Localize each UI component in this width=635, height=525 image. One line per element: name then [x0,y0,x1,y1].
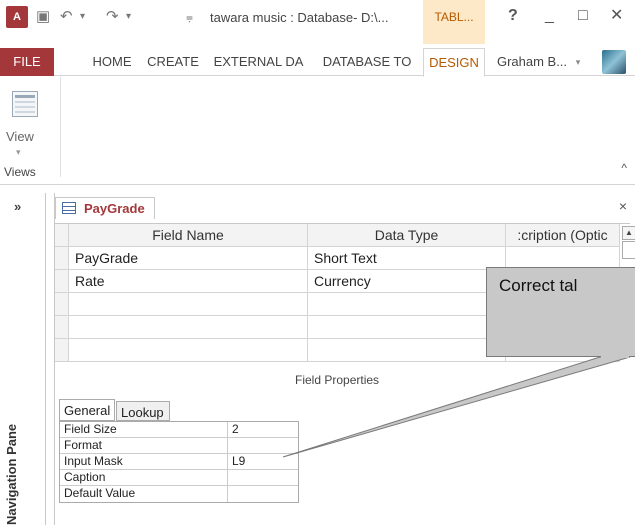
field-name-cell[interactable] [69,316,308,339]
user-dropdown-icon[interactable]: ▾ [572,48,584,76]
data-type-cell[interactable] [308,339,506,362]
property-value[interactable] [228,470,298,486]
data-type-cell[interactable]: Currency [308,270,506,293]
field-properties-sheet: Field Size 2 Format Input Mask L9 Captio… [59,421,299,503]
table-design-view: PayGrade × Field Name Data Type :criptio… [54,193,635,525]
field-name-cell[interactable] [69,339,308,362]
data-type-cell[interactable] [308,293,506,316]
tab-design[interactable]: DESIGN [423,48,485,77]
undo-dropdown-icon[interactable]: ▾ [80,5,85,29]
tab-general[interactable]: General [59,399,115,421]
expand-nav-icon[interactable]: » [14,199,21,214]
redo-dropdown-icon[interactable]: ▾ [126,5,131,29]
field-name-cell[interactable]: PayGrade [69,247,308,270]
property-row[interactable]: Field Size 2 [60,422,298,438]
views-group-label: Views [4,165,36,179]
window-title: tawara music : Database- D:\... [210,10,389,25]
column-header-field-name: Field Name [69,224,308,247]
ribbon: View ▾ Views ^ [0,77,635,185]
group-divider [60,77,61,177]
tab-lookup[interactable]: Lookup [116,401,170,421]
row-selector[interactable] [55,293,69,316]
property-name: Field Size [60,422,228,438]
table-icon [62,202,76,214]
property-name: Input Mask [60,454,228,470]
tab-external-data[interactable]: EXTERNAL DA [206,48,311,76]
property-row[interactable]: Input Mask L9 [60,454,298,470]
view-icon[interactable] [12,91,38,117]
grid-header: Field Name Data Type :cription (Optic [55,224,630,247]
tab-file[interactable]: FILE [0,48,54,76]
row-selector[interactable] [55,339,69,362]
row-selector[interactable] [55,247,69,270]
close-document-icon[interactable]: × [619,198,627,214]
property-value[interactable] [228,438,298,454]
scrollbar[interactable] [622,241,635,259]
save-icon[interactable]: ▣ [36,5,50,29]
property-value[interactable]: 2 [228,422,298,438]
redo-icon[interactable]: ↷ [106,5,119,29]
column-header-description: :cription (Optic [506,224,620,247]
avatar[interactable] [602,50,626,74]
row-selector-header[interactable] [55,224,69,247]
user-account[interactable]: Graham B... [492,48,572,76]
navigation-pane: » Navigation Pane [0,193,46,525]
minimize-button[interactable]: _ [545,6,554,26]
collapse-ribbon-icon[interactable]: ^ [621,161,627,175]
property-name: Caption [60,470,228,486]
ribbon-tabs: FILE HOME CREATE EXTERNAL DA DATABASE TO… [0,48,635,77]
view-dropdown-icon[interactable]: ▾ [16,147,21,158]
field-grid: Field Name Data Type :cription (Optic Pa… [55,223,630,362]
scroll-up-arrow-icon[interactable]: ▲ [622,226,635,240]
field-properties-label: Field Properties [295,373,380,387]
tab-create[interactable]: CREATE [143,48,203,76]
row-selector[interactable] [55,316,69,339]
view-button-label[interactable]: View [6,129,34,144]
context-tab-header: TABL... [423,0,485,44]
property-row[interactable]: Format [60,438,298,454]
data-type-cell[interactable]: Short Text [308,247,506,270]
callout-box: Correct tal [486,267,635,357]
callout-text: Correct tal [499,276,578,295]
property-value[interactable] [228,486,298,502]
row-selector[interactable] [55,270,69,293]
tab-database-tools[interactable]: DATABASE TO [313,48,421,76]
property-value[interactable]: L9 [228,454,298,470]
title-bar: A ▣ ↶ ▾ ↷ ▾ ⩦ tawara music : Database- D… [0,0,635,48]
access-app-icon: A [6,6,28,28]
property-name: Format [60,438,228,454]
tab-home[interactable]: HOME [86,48,138,76]
navigation-pane-label[interactable]: Navigation Pane [4,424,19,525]
field-name-cell[interactable] [69,293,308,316]
property-row[interactable]: Caption [60,470,298,486]
close-button[interactable]: ✕ [610,6,623,26]
column-header-data-type: Data Type [308,224,506,247]
document-tab-label: PayGrade [84,201,145,216]
undo-icon[interactable]: ↶ [60,5,73,29]
restore-button[interactable]: □ [578,6,588,26]
data-type-cell[interactable] [308,316,506,339]
property-row[interactable]: Default Value [60,486,298,502]
customize-toolbar-icon[interactable]: ⩦ [186,5,193,29]
property-name: Default Value [60,486,228,502]
help-button[interactable]: ? [508,6,518,26]
document-tab-paygrade[interactable]: PayGrade [55,197,155,219]
field-name-cell[interactable]: Rate [69,270,308,293]
